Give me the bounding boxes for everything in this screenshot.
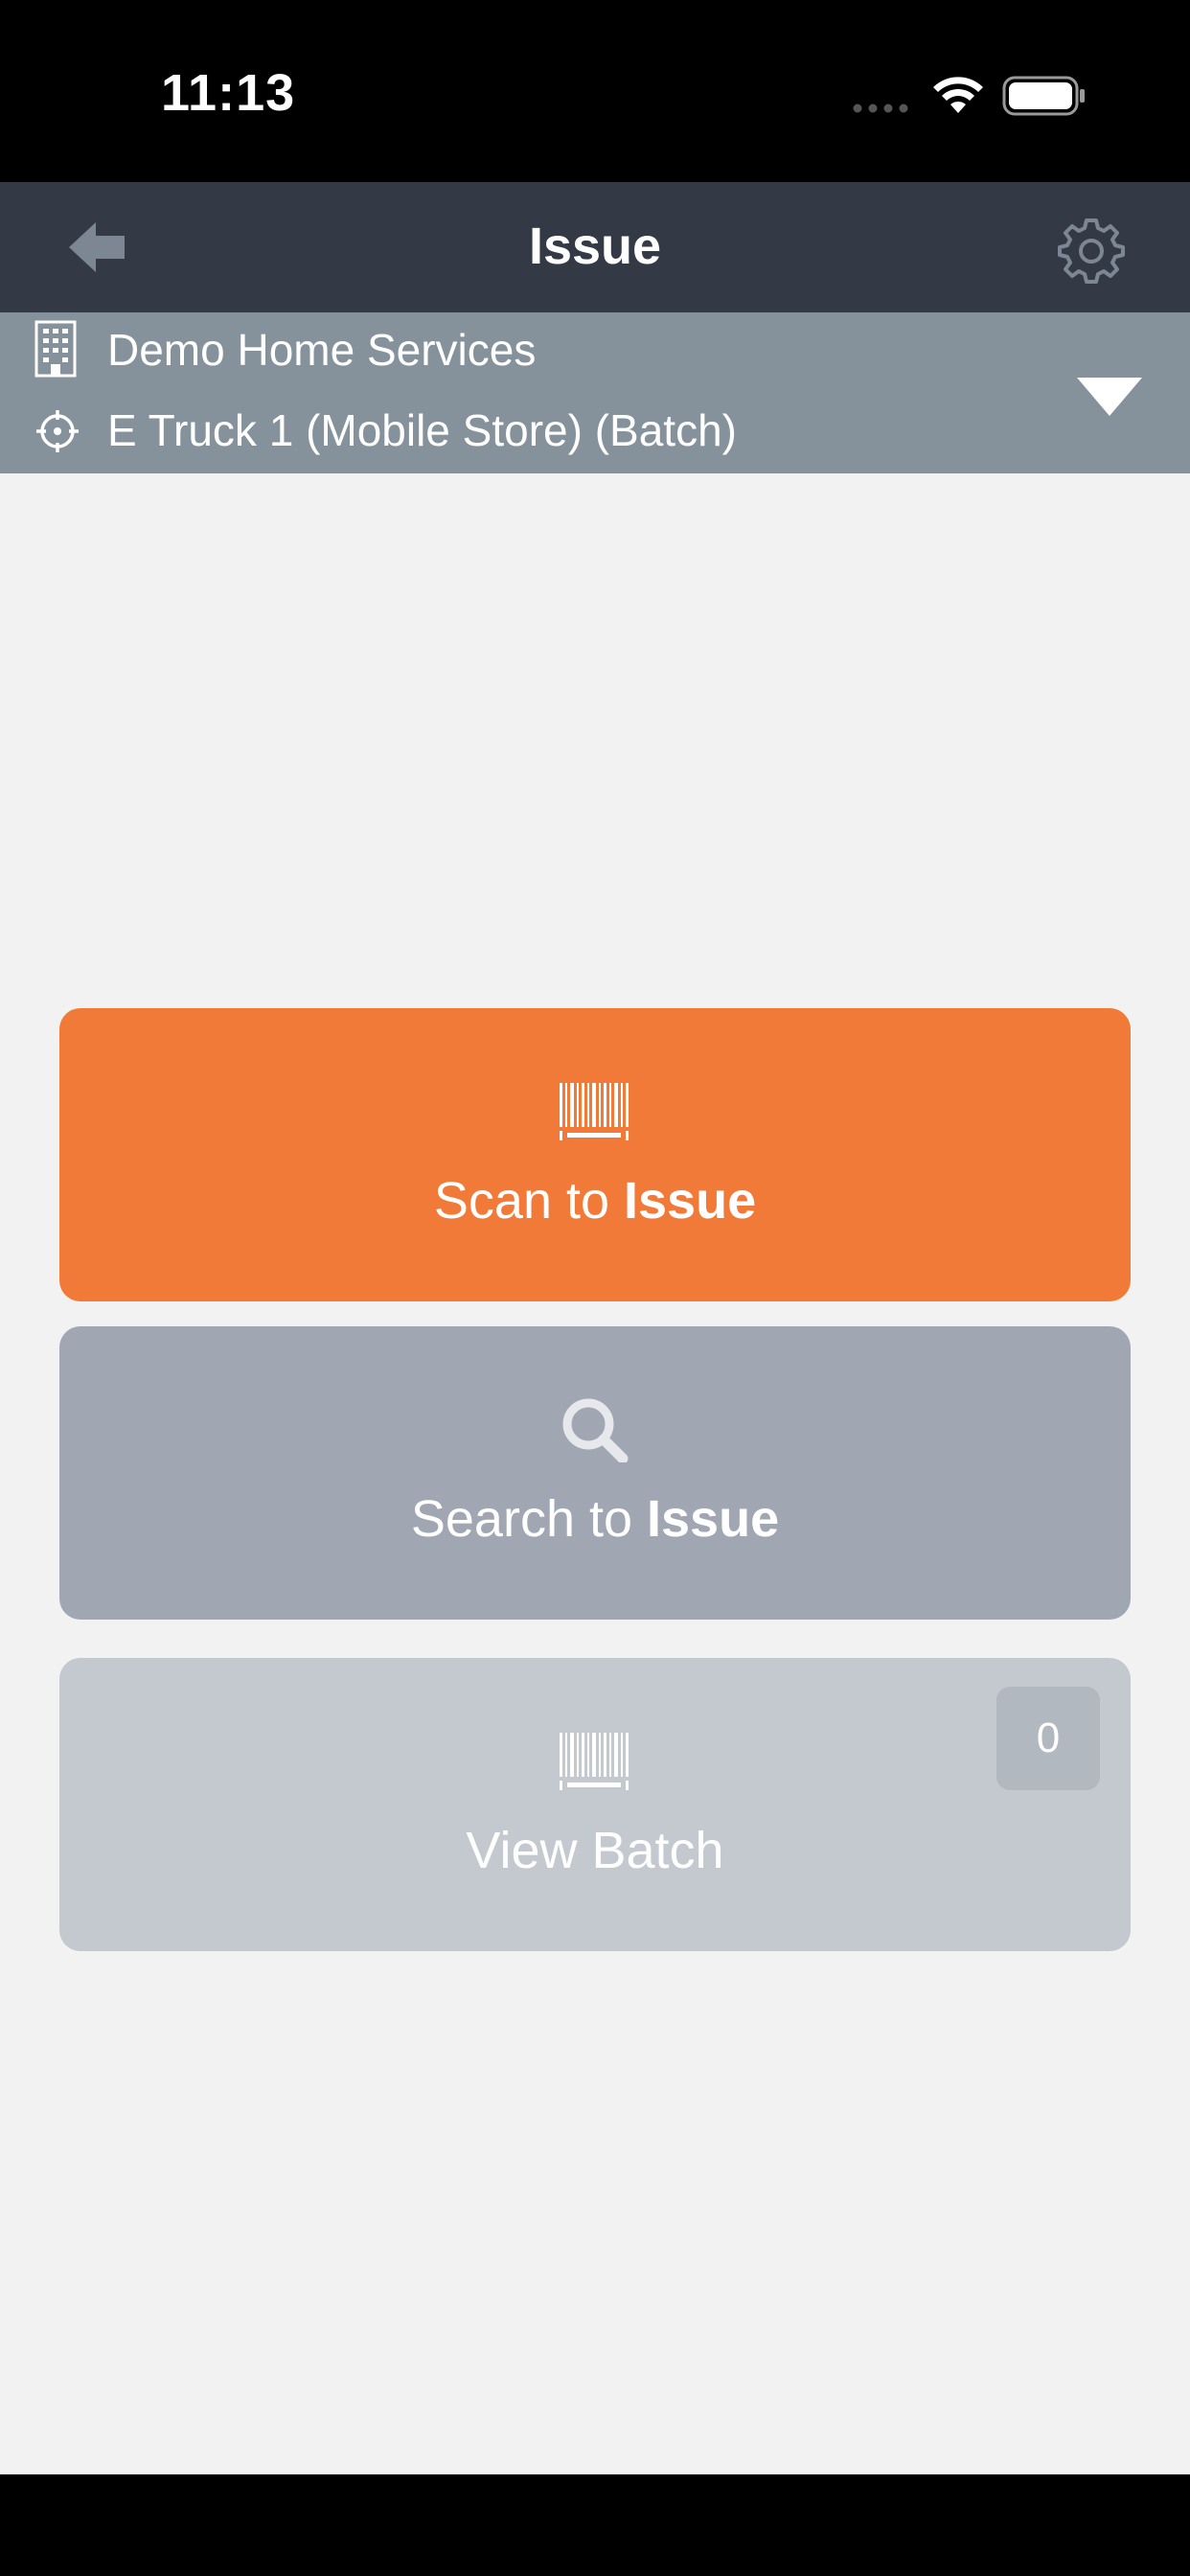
screen: 11:13 Issue Demo Home Services E Truck 1… [0,0,1190,2576]
status-time: 11:13 [161,64,296,122]
cellular-signal-icon [853,104,908,113]
caret-down-icon[interactable] [1077,376,1142,418]
batch-count-badge: 0 [996,1687,1100,1790]
status-bar: 11:13 [0,0,1190,182]
page-title: Issue [528,218,662,275]
barcode-icon [560,1733,629,1790]
wifi-icon [933,77,983,113]
location-row: E Truck 1 (Mobile Store) (Batch) [0,397,1054,464]
building-icon [34,320,77,378]
location-selector[interactable]: Demo Home Services E Truck 1 (Mobile Sto… [0,312,1190,473]
search-icon [562,1398,629,1462]
view-batch-label: View Batch [466,1822,724,1879]
crosshair-icon [36,410,79,452]
view-batch-button[interactable]: 0 View Batch [59,1658,1131,1951]
scan-to-issue-label: Scan to Issue [433,1172,757,1230]
nav-bar: Issue [0,182,1190,312]
search-to-issue-button[interactable]: Search to Issue [59,1326,1131,1620]
search-to-issue-label: Search to Issue [410,1490,780,1548]
battery-icon [1002,76,1085,116]
company-name: Demo Home Services [107,325,537,375]
scan-to-issue-button[interactable]: Scan to Issue [59,1008,1131,1301]
barcode-icon [560,1083,629,1140]
gear-icon[interactable] [1058,217,1125,284]
company-row: Demo Home Services [0,316,1054,383]
home-indicator-area [0,2474,1190,2576]
location-name: E Truck 1 (Mobile Store) (Batch) [107,405,737,455]
